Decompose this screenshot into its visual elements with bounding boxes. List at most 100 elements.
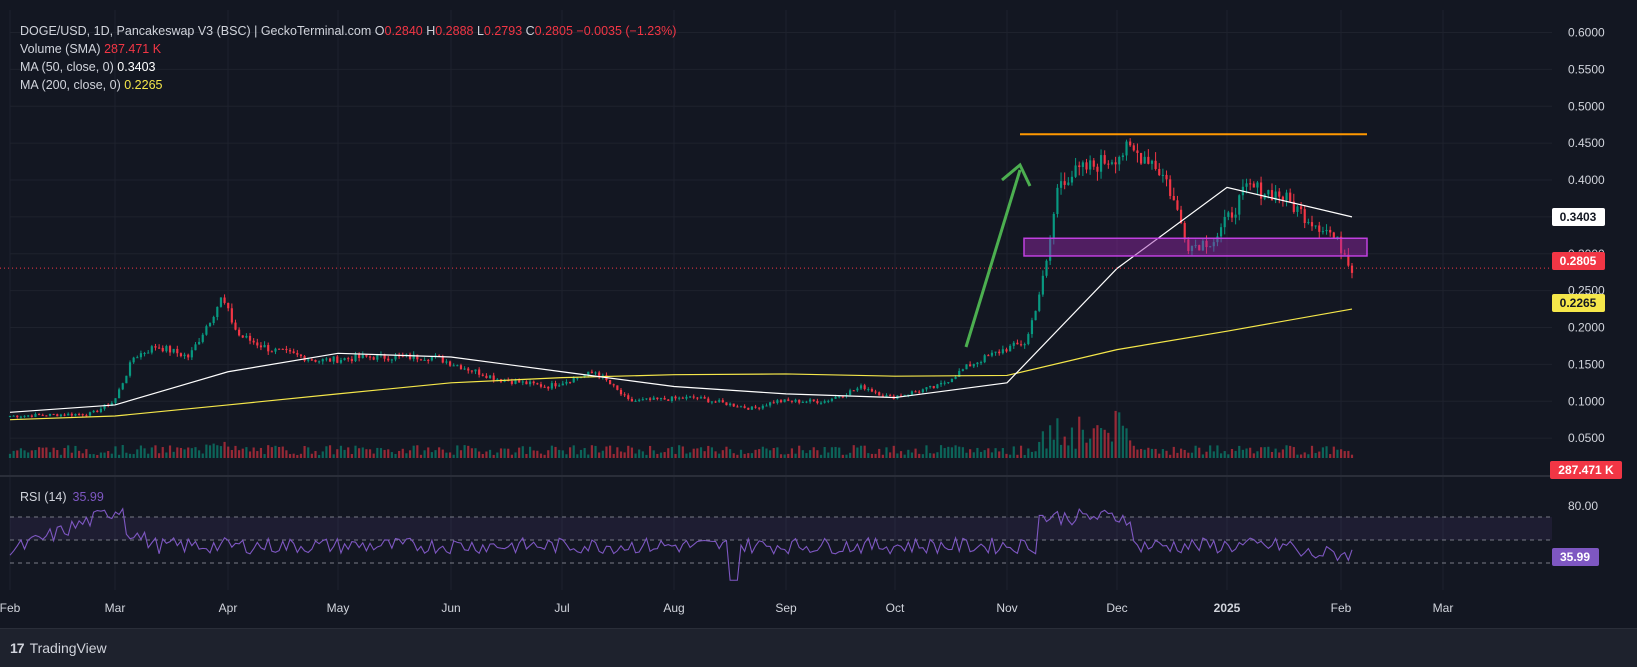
volume-bar [485,451,488,458]
volume-bar [52,447,55,458]
volume-bar [856,447,859,458]
candle-body [1169,179,1172,196]
ma200-legend[interactable]: MA (200, close, 0) 0.2265 [20,76,676,94]
candle-body [863,385,866,390]
candle-body [136,357,139,359]
candle-body [761,405,764,409]
price-tick-label: 0.1000 [1568,394,1605,408]
candle-body [1125,141,1128,156]
volume-bar [503,448,506,458]
volume-bar [765,448,768,458]
tradingview-brand[interactable]: 17 TradingView [10,640,107,656]
volume-bar [463,445,466,458]
low-label: L [476,24,484,38]
volume-legend[interactable]: Volume (SMA) 287.471 K [20,40,676,58]
volume-bar [128,453,132,458]
volume-bar [1019,445,1023,458]
price-tick-label: 0.4500 [1568,136,1605,150]
candle-body [128,362,132,376]
candle-body [1027,334,1030,345]
candle-body [1099,155,1103,172]
volume-bar [1001,448,1004,458]
candle-body [67,413,70,416]
volume-bar [1136,449,1139,458]
volume-bar [1150,448,1154,458]
volume-bar [565,454,568,458]
price-tick-label: 0.4000 [1568,173,1605,187]
candle-body [1252,183,1255,188]
volume-bar [1081,429,1084,458]
volume-bar [48,452,52,458]
candle-body [1245,183,1248,187]
volume-value: 287.471 K [104,42,162,56]
volume-bar [241,448,244,458]
candle-body [41,414,44,416]
candle-body [387,358,390,361]
candle-body [318,361,321,363]
volume-bar [1205,451,1208,458]
candle-body [765,405,768,407]
volume-bar [965,452,968,458]
volume-bar [1099,428,1103,458]
candle-body [427,359,430,361]
candle-body [969,364,972,367]
volume-bar [252,447,255,458]
volume-bar [158,453,161,458]
candle-body [365,354,368,357]
svg-text:0.2265: 0.2265 [1560,296,1597,310]
volume-bar [648,445,652,458]
candle-body [630,398,633,402]
candle-body [259,345,263,348]
candle-body [492,375,495,380]
rsi-value-badge: 35.99 [1552,548,1599,566]
volume-bar [441,449,444,458]
candle-body [339,360,343,363]
volume-bar [699,447,703,458]
volume-bar [827,452,830,458]
volume-bar [659,452,663,458]
volume-bar [263,454,266,458]
candle-body [954,376,957,379]
candle-body [205,326,208,335]
candle-body [634,400,637,402]
ma50-price-badge: 0.3403 [1552,208,1605,226]
price-tick-label: 0.0500 [1568,431,1605,445]
ma50-legend[interactable]: MA (50, close, 0) 0.3403 [20,58,676,76]
chart-canvas[interactable]: 0.60000.55000.50000.45000.40000.35000.30… [0,0,1637,666]
candle-body [612,384,615,386]
volume-bar [976,447,979,458]
candle-body [463,368,466,370]
candle-body [692,396,695,398]
candle-body [979,362,983,364]
ma50-label: MA (50, close, 0) [20,60,114,74]
volume-bar [849,452,852,458]
symbol-title[interactable]: DOGE/USD, 1D, Pancakeswap V3 (BSC) | Gec… [20,24,371,38]
volume-bar [438,447,441,458]
candle-body [1332,232,1335,238]
rsi-legend[interactable]: RSI (14) 35.99 [20,490,104,504]
volume-bar [903,454,906,458]
volume-bar [667,448,670,458]
volume-bar [361,447,364,458]
volume-bar [910,452,914,458]
candle-body [176,348,179,354]
candle-body [1183,223,1186,240]
volume-bar [932,453,935,458]
time-tick-label: Dec [1106,601,1127,615]
candle-body [645,398,648,400]
volume-bar [674,453,677,458]
candle-body [758,407,761,409]
volume-bar [154,445,157,458]
candle-body [558,385,561,387]
volume-bar [583,448,586,458]
volume-bar [830,447,834,458]
volume-bar [1259,447,1263,458]
candle-body [772,402,775,404]
volume-bar [288,454,292,458]
candle-body [925,387,928,390]
volume-bar [794,453,797,458]
candle-body [238,329,241,336]
volume-bar [943,448,946,458]
volume-bar [1340,449,1343,458]
volume-bar [1230,448,1234,458]
